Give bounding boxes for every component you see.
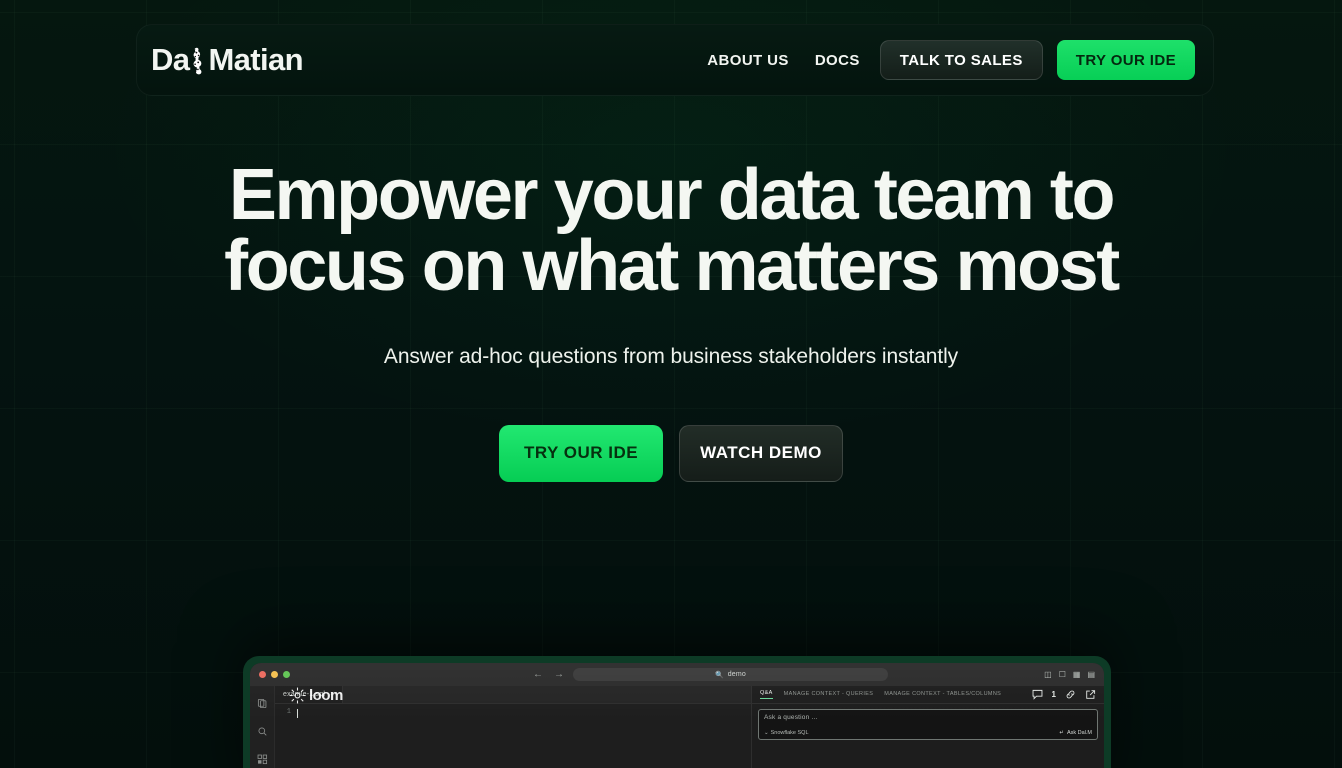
hero-try-our-ide-button[interactable]: TRY OUR IDE xyxy=(499,424,663,482)
page-title: Empower your data team to focus on what … xyxy=(156,159,1186,307)
close-icon[interactable]: × xyxy=(330,691,334,698)
ask-box-footer: ⌄ Snowflake SQL ↵ Ask Dal.M xyxy=(764,730,1092,739)
comment-icon[interactable] xyxy=(1032,689,1043,700)
ask-question-box[interactable]: Ask a question ... ⌄ Snowflake SQL ↵ Ask… xyxy=(758,709,1098,740)
maximize-window-icon[interactable] xyxy=(283,671,290,678)
files-icon[interactable] xyxy=(257,698,268,709)
close-window-icon[interactable] xyxy=(259,671,266,678)
enter-return-icon: ↵ xyxy=(1059,730,1064,736)
sql-dialect-selector[interactable]: ⌄ Snowflake SQL xyxy=(764,730,809,736)
tabs-icon[interactable]: ▤ xyxy=(1087,670,1095,679)
comment-count: 1 xyxy=(1051,690,1056,699)
nav-link-about-us[interactable]: ABOUT US xyxy=(707,52,789,69)
ask-dalm-button[interactable]: ↵ Ask Dal.M xyxy=(1059,730,1092,736)
activity-rail xyxy=(250,686,275,768)
headline-line-2: focus on what matters most xyxy=(224,226,1120,307)
nav-link-docs[interactable]: DOCS xyxy=(815,52,860,69)
ask-dalm-label: Ask Dal.M xyxy=(1066,730,1092,736)
tab-qa[interactable]: Q&A xyxy=(760,690,773,699)
nav-links: ABOUT US DOCS xyxy=(707,52,859,69)
brand-name-suffix: Matian xyxy=(208,42,304,77)
editor-tab-strip: examle-1.sql × xyxy=(275,686,751,704)
code-area[interactable]: 1 xyxy=(275,704,751,718)
top-navigation-bar: Da Matian ABOUT US DOCS TALK TO SALES TR… xyxy=(136,24,1214,96)
ask-question-input[interactable]: Ask a question ... xyxy=(764,714,1092,721)
extensions-icon[interactable] xyxy=(257,754,268,765)
brand-name-prefix: Da xyxy=(151,42,190,77)
arrow-left-icon[interactable]: ← xyxy=(533,669,543,680)
nav-try-our-ide-button[interactable]: TRY OUR IDE xyxy=(1056,40,1195,80)
text-caret xyxy=(297,709,298,718)
browser-window-controls: ◫ ☐ ▦ ▤ xyxy=(1044,670,1095,679)
hero-cta-row: TRY OUR IDE WATCH DEMO xyxy=(0,424,1342,482)
minimize-window-icon[interactable] xyxy=(271,671,278,678)
tab-manage-context-queries[interactable]: MANAGE CONTEXT - QUERIES xyxy=(784,691,874,699)
laptop-mockup: ← → 🔍 demo ◫ ☐ ▦ ▤ examle-1.sql × 1 loom… xyxy=(243,656,1111,768)
line-number-gutter: 1 xyxy=(286,708,291,716)
chevron-down-icon: ⌄ xyxy=(764,730,769,736)
arrow-right-icon[interactable]: → xyxy=(554,669,564,680)
sql-dialect-label: Snowflake SQL xyxy=(770,730,809,736)
demo-screen: ← → 🔍 demo ◫ ☐ ▦ ▤ examle-1.sql × 1 loom… xyxy=(250,663,1104,768)
link-icon[interactable] xyxy=(1065,689,1076,700)
panel-tab-strip: Q&A MANAGE CONTEXT - QUERIES MANAGE CONT… xyxy=(752,686,1104,704)
page-root: Da Matian ABOUT US DOCS TALK TO SALES TR… xyxy=(0,0,1342,768)
share-external-icon[interactable] xyxy=(1085,689,1096,700)
hero-subheadline: Answer ad-hoc questions from business st… xyxy=(383,344,959,368)
window-traffic-lights xyxy=(259,671,290,678)
panel-action-icons: 1 xyxy=(1032,689,1096,700)
browser-url-bar[interactable]: 🔍 demo xyxy=(573,668,888,681)
panel-icon[interactable]: ◫ xyxy=(1044,670,1052,679)
sql-editor[interactable]: examle-1.sql × 1 loom xyxy=(275,686,752,768)
hero-watch-demo-button[interactable]: WATCH DEMO xyxy=(679,424,843,482)
window-icon[interactable]: ☐ xyxy=(1059,670,1066,679)
tab-manage-context-tables[interactable]: MANAGE CONTEXT - TABLES/COLUMNS xyxy=(884,691,1001,699)
qa-side-panel: Q&A MANAGE CONTEXT - QUERIES MANAGE CONT… xyxy=(752,686,1104,768)
ide-app-body: examle-1.sql × 1 loom Q&A MANAGE CONTEXT… xyxy=(250,686,1104,768)
url-text: demo xyxy=(727,671,747,678)
browser-chrome: ← → 🔍 demo ◫ ☐ ▦ ▤ xyxy=(250,663,1104,686)
dalmatian-dog-icon xyxy=(187,43,209,77)
split-icon[interactable]: ▦ xyxy=(1073,670,1081,679)
search-icon: 🔍 xyxy=(714,671,724,679)
browser-nav-arrows: ← → xyxy=(533,669,564,680)
headline-line-1: Empower your data team to xyxy=(228,155,1116,235)
talk-to-sales-button[interactable]: TALK TO SALES xyxy=(879,40,1043,80)
editor-tab-label: examle-1.sql xyxy=(283,691,326,698)
brand-logo[interactable]: Da Matian xyxy=(151,42,304,78)
editor-tab[interactable]: examle-1.sql × xyxy=(275,686,344,703)
hero-section: Empower your data team to focus on what … xyxy=(0,159,1342,482)
search-icon[interactable] xyxy=(257,726,268,737)
